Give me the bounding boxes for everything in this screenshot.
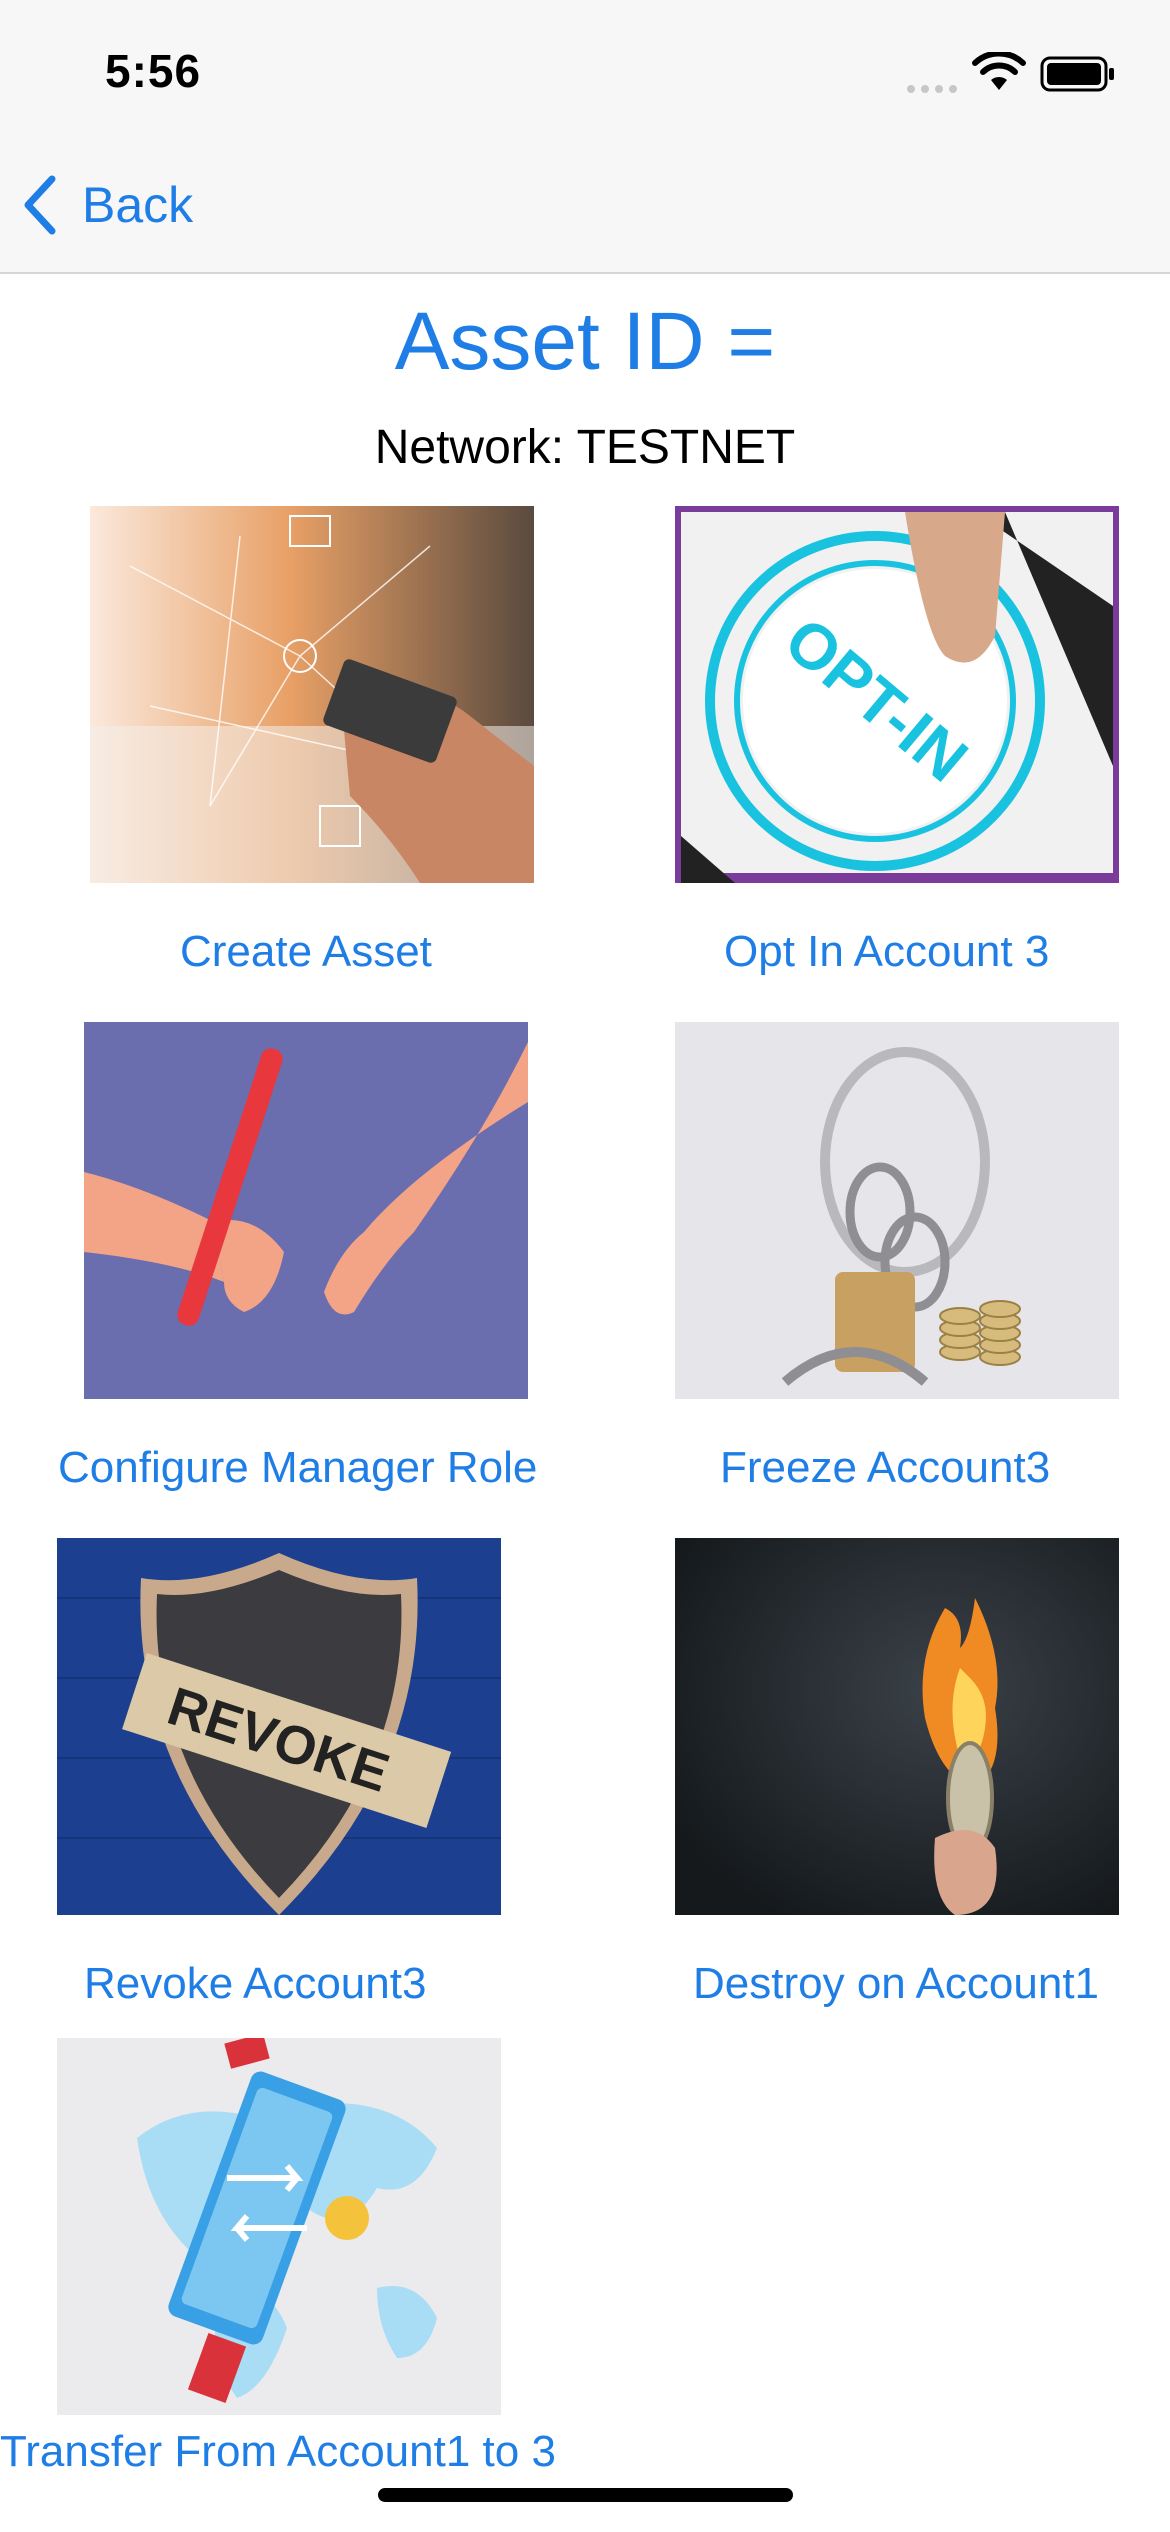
back-label: Back [82,177,194,233]
back-button[interactable]: Back [20,170,193,240]
configure-manager-image[interactable] [84,1022,528,1399]
chevron-left-icon [24,175,56,235]
opt-in-account-3-button[interactable]: Opt In Account 3 [724,927,1049,977]
status-time: 5:56 [105,45,202,97]
network-label: Network: TESTNET [374,421,796,474]
configure-manager-role-button[interactable]: Configure Manager Role [58,1443,537,1493]
battery-icon [1040,56,1116,97]
revoke-account3-button[interactable]: Revoke Account3 [84,1959,426,2009]
opt-in-image[interactable]: OPT-IN [675,506,1119,883]
destroy-account-image[interactable] [675,1538,1119,1915]
home-indicator [378,2488,793,2502]
wifi-icon [972,50,1026,97]
signal-icon [906,82,960,100]
transfer-from-account1-to-3-button[interactable]: Transfer From Account1 to 3 [0,2427,556,2477]
revoke-account-image[interactable]: REVOKE [57,1538,501,1915]
create-asset-button[interactable]: Create Asset [180,927,432,977]
transfer-image[interactable] [57,2038,501,2415]
freeze-account-image[interactable] [675,1022,1119,1399]
freeze-account3-button[interactable]: Freeze Account3 [720,1443,1050,1493]
destroy-on-account1-button[interactable]: Destroy on Account1 [693,1959,1099,2009]
page-title: Asset ID = [394,296,776,387]
create-asset-image[interactable] [90,506,534,883]
